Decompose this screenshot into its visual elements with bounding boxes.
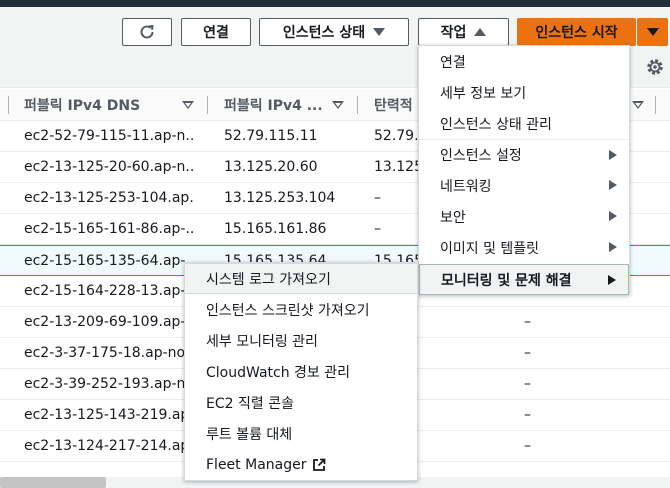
cell-elastic-ip: – — [374, 190, 381, 206]
submenu-item-detailed-monitoring[interactable]: 세부 모니터링 관리 — [185, 325, 417, 356]
chevron-right-icon — [609, 180, 617, 190]
cell-extra: – — [524, 376, 531, 392]
launch-instances-label: 인스턴스 시작 — [535, 25, 618, 41]
cell-public-dns[interactable]: ec2-15-164-228-13.ap-... — [24, 276, 194, 307]
column-header-public-dns[interactable]: 퍼블릭 IPv4 DNS — [24, 89, 194, 121]
chevron-right-icon — [609, 211, 617, 221]
submenu-item-serial-console[interactable]: EC2 직렬 콘솔 — [185, 387, 417, 418]
cell-public-ip: 15.165.161.86 — [224, 221, 327, 237]
launch-instances-dropdown[interactable] — [637, 18, 668, 46]
monitoring-submenu: 시스템 로그 가져오기 인스턴스 스크린샷 가져오기 세부 모니터링 관리 Cl… — [184, 262, 418, 481]
cell-public-dns[interactable]: ec2-13-125-253-104.ap... — [24, 183, 194, 214]
actions-menu: 연결 세부 정보 보기 인스턴스 상태 관리 인스턴스 설정 네트워킹 보안 이… — [418, 45, 630, 295]
column-divider[interactable] — [207, 96, 208, 114]
menu-item-instance-settings[interactable]: 인스턴스 설정 — [419, 139, 629, 170]
column-divider[interactable] — [655, 96, 656, 114]
instance-state-label: 인스턴스 상태 — [282, 25, 366, 41]
column-divider[interactable] — [8, 96, 9, 114]
submenu-item-get-system-log[interactable]: 시스템 로그 가져오기 — [185, 263, 417, 294]
menu-item-view-details[interactable]: 세부 정보 보기 — [419, 77, 629, 108]
instance-state-dropdown[interactable]: 인스턴스 상태 — [259, 18, 409, 46]
column-header-public-ip[interactable]: 퍼블릭 IPv4 ... — [224, 89, 334, 121]
refresh-icon — [140, 24, 154, 39]
cell-extra: – — [524, 345, 531, 361]
caret-down-icon — [646, 28, 659, 36]
scrollbar-thumb[interactable] — [0, 477, 106, 488]
sort-icon[interactable] — [632, 101, 644, 109]
cell-public-dns[interactable]: ec2-52-79-115-11.ap-n... — [24, 121, 194, 152]
cell-extra: – — [524, 407, 531, 423]
menu-item-networking[interactable]: 네트워킹 — [419, 170, 629, 201]
cell-public-ip: 13.125.20.60 — [224, 159, 318, 175]
actions-label: 작업 — [440, 25, 467, 41]
sort-icon[interactable] — [332, 101, 344, 109]
column-header-elastic-ip[interactable]: 탄력적 — [374, 89, 424, 121]
cell-public-dns[interactable]: ec2-13-125-20-60.ap-n... — [24, 152, 194, 183]
cell-public-dns[interactable]: ec2-3-37-175-18.ap-no... — [24, 338, 194, 369]
actions-dropdown[interactable]: 작업 — [418, 18, 509, 46]
launch-instances-button[interactable]: 인스턴스 시작 — [517, 18, 636, 46]
column-divider[interactable] — [357, 96, 358, 114]
cell-public-dns[interactable]: ec2-3-39-252-193.ap-n... — [24, 369, 194, 400]
chevron-right-icon — [609, 150, 617, 160]
cell-public-ip: 13.125.253.104 — [224, 190, 336, 206]
submenu-item-cloudwatch-alarms[interactable]: CloudWatch 경보 관리 — [185, 356, 417, 387]
cell-public-dns[interactable]: ec2-15-165-161-86.ap-... — [24, 214, 194, 245]
submenu-item-replace-root-volume[interactable]: 루트 볼륨 대체 — [185, 418, 417, 449]
menu-item-manage-instance-state[interactable]: 인스턴스 상태 관리 — [419, 108, 629, 139]
external-link-icon — [313, 458, 326, 471]
cell-public-ip: 52.79.115.11 — [224, 128, 318, 144]
caret-up-icon — [474, 28, 487, 36]
cell-elastic-ip: 13.125 — [374, 159, 418, 175]
cell-extra: – — [524, 314, 531, 330]
menu-item-connect[interactable]: 연결 — [419, 46, 629, 77]
caret-down-icon — [373, 28, 386, 36]
gear-icon[interactable] — [645, 57, 665, 77]
connect-label: 연결 — [203, 25, 229, 41]
connect-button[interactable]: 연결 — [181, 18, 251, 46]
sort-icon[interactable] — [182, 101, 194, 109]
menu-item-monitor-troubleshoot[interactable]: 모니터링 및 문제 해결 — [419, 264, 629, 295]
chevron-right-icon — [609, 242, 617, 252]
cell-public-dns[interactable]: ec2-13-125-143-219.ap... — [24, 400, 194, 431]
chevron-right-icon — [608, 275, 616, 285]
cell-public-dns[interactable]: ec2-15-165-135-64.ap-... — [24, 246, 194, 277]
submenu-item-get-screenshot[interactable]: 인스턴스 스크린샷 가져오기 — [185, 294, 417, 325]
cell-elastic-ip: 52.79.1 — [374, 128, 418, 144]
cell-elastic-ip: – — [374, 221, 381, 237]
menu-item-security[interactable]: 보안 — [419, 201, 629, 232]
menu-item-images-templates[interactable]: 이미지 및 템플릿 — [419, 232, 629, 263]
submenu-item-fleet-manager[interactable]: Fleet Manager — [185, 449, 417, 480]
cell-public-dns[interactable]: ec2-13-124-217-214.ap... — [24, 431, 194, 462]
cell-public-dns[interactable]: ec2-13-209-69-109.ap-... — [24, 307, 194, 338]
cell-extra: – — [524, 438, 531, 454]
refresh-button[interactable] — [122, 18, 172, 46]
top-nav-bar — [0, 0, 670, 7]
